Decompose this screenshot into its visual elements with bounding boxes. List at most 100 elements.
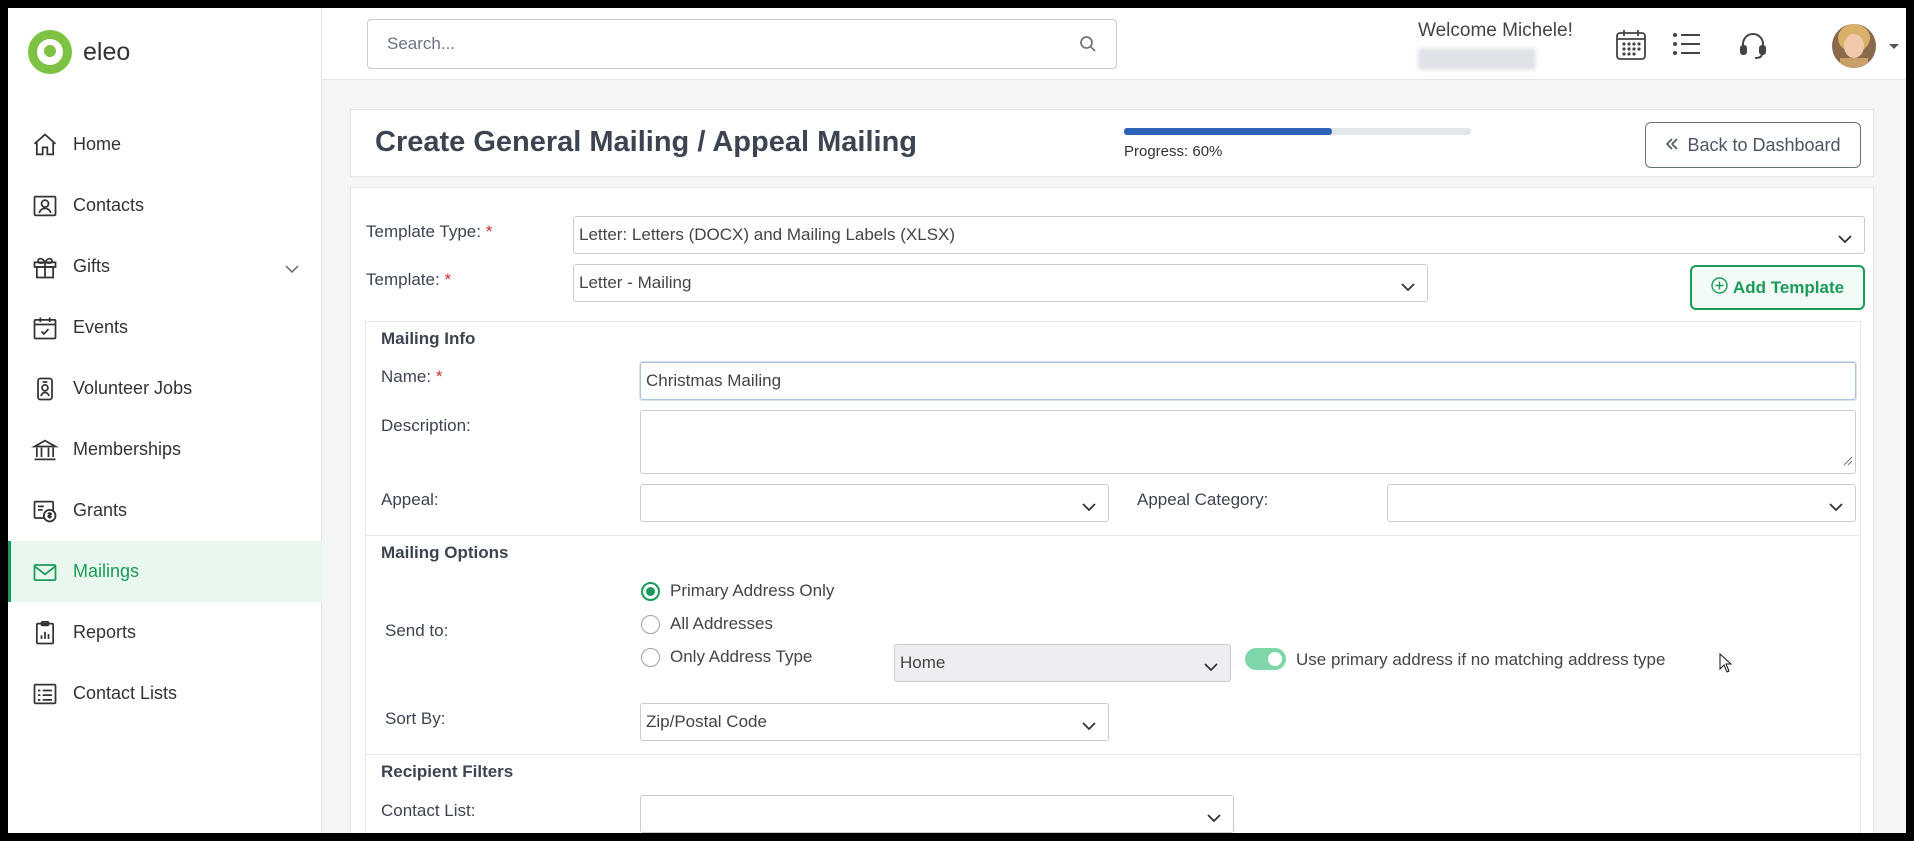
sidebar-item-label: Gifts bbox=[73, 256, 111, 276]
mailing-options-title: Mailing Options bbox=[381, 543, 509, 562]
mailing-form: Template Type: * Letter: Letters (DOCX) … bbox=[350, 187, 1874, 833]
sidebar-nav: Home Contacts Gifts Events Volunteer Job… bbox=[8, 114, 322, 724]
description-textarea[interactable] bbox=[640, 410, 1856, 474]
sidebar-item-label: Mailings bbox=[73, 561, 140, 581]
back-to-dashboard-label: Back to Dashboard bbox=[1687, 134, 1841, 155]
chevron-down-icon bbox=[1829, 497, 1843, 517]
radio-label: Primary Address Only bbox=[670, 581, 835, 600]
list-icon bbox=[30, 679, 60, 709]
use-primary-address-toggle[interactable] bbox=[1245, 648, 1286, 670]
sort-by-select[interactable]: Zip/Postal Code bbox=[640, 703, 1109, 741]
radio-dot bbox=[641, 614, 660, 634]
recipient-filters-title: Recipient Filters bbox=[381, 762, 514, 781]
search-placeholder: Search... bbox=[387, 34, 456, 53]
calendar-grid-icon[interactable] bbox=[1614, 28, 1648, 67]
sidebar-item-label: Grants bbox=[73, 500, 128, 520]
send-to-label: Send to: bbox=[385, 621, 449, 640]
template-value: Letter - Mailing bbox=[579, 273, 692, 292]
add-template-button[interactable]: Add Template bbox=[1690, 265, 1865, 310]
sidebar-item-label: Contacts bbox=[73, 195, 145, 215]
chevron-down-icon bbox=[1082, 716, 1096, 736]
calendar-check-icon bbox=[30, 313, 60, 343]
gift-icon bbox=[30, 252, 60, 282]
template-type-label: Template Type: * bbox=[366, 222, 493, 241]
radio-only-address-type[interactable]: Only Address Type bbox=[641, 647, 812, 667]
page-title-bar: Create General Mailing / Appeal Mailing … bbox=[350, 109, 1874, 177]
contact-list-label: Contact List: bbox=[381, 801, 476, 820]
address-type-value: Home bbox=[900, 653, 946, 672]
search-input[interactable]: Search... bbox=[367, 19, 1117, 69]
radio-all-addresses[interactable]: All Addresses bbox=[641, 614, 773, 634]
sidebar-item-home[interactable]: Home bbox=[8, 114, 322, 175]
description-label: Description: bbox=[381, 416, 471, 435]
organization-name-redacted bbox=[1418, 48, 1536, 70]
sidebar-item-label: Reports bbox=[73, 622, 137, 642]
name-label: Name: * bbox=[381, 367, 443, 386]
radio-dot bbox=[641, 647, 660, 667]
mouse-pointer-icon bbox=[1719, 652, 1733, 678]
progress-bar-fill bbox=[1124, 128, 1333, 135]
appeal-category-label: Appeal Category: bbox=[1137, 490, 1269, 509]
radio-label: Only Address Type bbox=[670, 647, 813, 666]
chevron-down-icon bbox=[1082, 497, 1096, 517]
appeal-select[interactable] bbox=[640, 484, 1109, 522]
appeal-label: Appeal: bbox=[381, 490, 439, 509]
mailing-info-title: Mailing Info bbox=[381, 329, 476, 348]
use-primary-address-label: Use primary address if no matching addre… bbox=[1296, 650, 1666, 669]
template-type-select[interactable]: Letter: Letters (DOCX) and Mailing Label… bbox=[573, 216, 1865, 254]
brand-logo[interactable]: eleo bbox=[28, 30, 130, 74]
sidebar-item-grants[interactable]: Grants bbox=[8, 480, 322, 541]
brand-name: eleo bbox=[83, 37, 131, 66]
eleo-logo-icon bbox=[28, 30, 72, 74]
progress-label: Progress: 60% bbox=[1124, 143, 1223, 160]
double-chevron-left-icon bbox=[1665, 135, 1679, 156]
app-window: eleo Home Contacts Gifts Events Voluntee… bbox=[8, 8, 1906, 833]
radio-label: All Addresses bbox=[670, 614, 773, 633]
sidebar-item-label: Volunteer Jobs bbox=[73, 378, 193, 398]
contact-card-icon bbox=[30, 191, 60, 221]
sort-by-label: Sort By: bbox=[385, 709, 446, 728]
plus-circle-icon bbox=[1711, 276, 1728, 299]
user-avatar[interactable] bbox=[1832, 24, 1876, 73]
mailing-name-input[interactable]: Christmas Mailing bbox=[640, 362, 1856, 400]
chevron-down-icon[interactable] bbox=[284, 258, 300, 279]
headset-support-icon[interactable] bbox=[1738, 30, 1768, 65]
search-icon[interactable] bbox=[1078, 34, 1098, 59]
sidebar-item-volunteer-jobs[interactable]: Volunteer Jobs bbox=[8, 358, 322, 419]
sidebar-item-contact-lists[interactable]: Contact Lists bbox=[8, 663, 322, 724]
sidebar-item-label: Home bbox=[73, 134, 122, 154]
contact-list-select[interactable] bbox=[640, 795, 1234, 833]
sidebar-item-label: Events bbox=[73, 317, 129, 337]
chevron-down-icon bbox=[1838, 229, 1852, 249]
radio-primary-address-only[interactable]: Primary Address Only bbox=[641, 581, 834, 601]
envelope-icon bbox=[30, 557, 60, 587]
sidebar-item-label: Memberships bbox=[73, 439, 182, 459]
task-list-icon[interactable] bbox=[1672, 32, 1702, 61]
sidebar-item-mailings[interactable]: Mailings bbox=[8, 541, 322, 602]
template-select[interactable]: Letter - Mailing bbox=[573, 264, 1428, 302]
appeal-category-select[interactable] bbox=[1387, 484, 1856, 522]
caret-down-icon[interactable] bbox=[1888, 38, 1900, 56]
welcome-text: Welcome Michele! bbox=[1418, 20, 1573, 41]
back-to-dashboard-button[interactable]: Back to Dashboard bbox=[1645, 122, 1861, 168]
home-icon bbox=[30, 130, 60, 160]
template-label: Template: * bbox=[366, 270, 452, 289]
sidebar-item-gifts[interactable]: Gifts bbox=[8, 236, 322, 297]
sidebar-item-label: Contact Lists bbox=[73, 683, 178, 703]
resize-handle-icon[interactable] bbox=[1843, 453, 1853, 471]
sidebar-item-memberships[interactable]: Memberships bbox=[8, 419, 322, 480]
mailing-name-value: Christmas Mailing bbox=[646, 371, 782, 390]
chevron-down-icon bbox=[1401, 277, 1415, 297]
chevron-down-icon bbox=[1207, 808, 1221, 828]
sidebar-item-contacts[interactable]: Contacts bbox=[8, 175, 322, 236]
chevron-down-icon bbox=[1204, 657, 1218, 677]
sidebar-item-reports[interactable]: Reports bbox=[8, 602, 322, 663]
badge-icon bbox=[30, 374, 60, 404]
sidebar: eleo Home Contacts Gifts Events Voluntee… bbox=[8, 8, 322, 833]
address-type-select[interactable]: Home bbox=[894, 644, 1231, 682]
template-type-value: Letter: Letters (DOCX) and Mailing Label… bbox=[579, 225, 956, 244]
bank-icon bbox=[30, 435, 60, 465]
top-header: Search... Welcome Michele! bbox=[322, 8, 1906, 80]
add-template-label: Add Template bbox=[1732, 277, 1845, 297]
sidebar-item-events[interactable]: Events bbox=[8, 297, 322, 358]
